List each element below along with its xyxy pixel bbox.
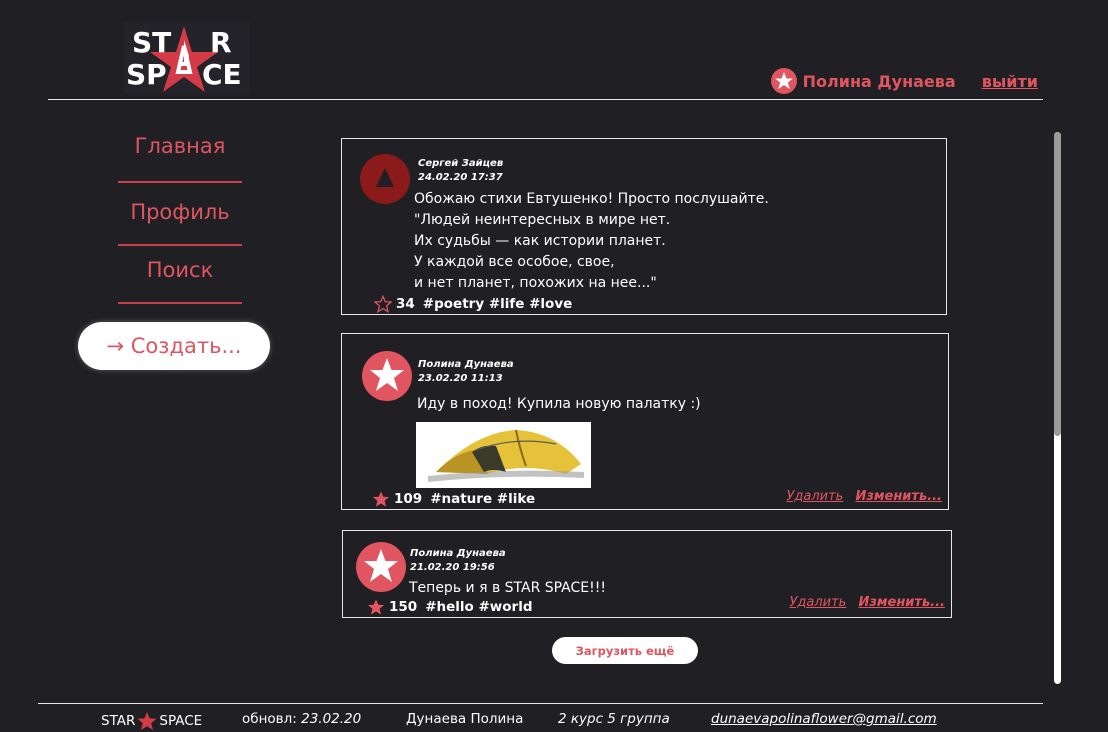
star-icon: [137, 712, 157, 730]
footer-brand-right: SPACE: [159, 713, 203, 729]
post-meta: 150 #hello #world: [367, 598, 533, 616]
footer-author: Дунаева Полина: [406, 711, 524, 727]
author-avatar-icon[interactable]: [359, 153, 411, 205]
footer: STAR SPACE обновл: 23.02.20 Дунаева Поли…: [0, 710, 1108, 732]
post-card: Полина Дунаева 23.02.20 11:13 Иду в похо…: [341, 333, 949, 510]
like-count: 34: [396, 296, 415, 312]
svg-text:CE: CE: [202, 58, 242, 91]
edit-post-link[interactable]: Изменить...: [858, 595, 945, 610]
post-author[interactable]: Полина Дунаева: [418, 359, 514, 370]
nav-divider: [118, 302, 242, 304]
post-tags[interactable]: #hello #world: [425, 599, 532, 615]
footer-divider: [38, 703, 1043, 704]
delete-post-link[interactable]: Удалить: [789, 595, 846, 610]
post-date: 24.02.20 17:37: [418, 172, 503, 183]
footer-email-link[interactable]: dunaevapolinaflower@gmail.com: [711, 711, 937, 727]
post-author[interactable]: Сергей Зайцев: [418, 158, 503, 169]
footer-group: 2 курс 5 группа: [558, 711, 670, 727]
post-actions: Удалить Изменить...: [778, 489, 942, 504]
post-card: Полина Дунаева 21.02.20 19:56 Теперь и я…: [342, 530, 952, 618]
post-tags[interactable]: #nature #like: [430, 491, 535, 507]
nav-divider: [118, 244, 242, 246]
footer-updated-date: 23.02.20: [301, 711, 362, 727]
post-tags[interactable]: #poetry #life #love: [423, 296, 572, 312]
star-space-logo[interactable]: ST R SP CE: [122, 22, 252, 94]
footer-updated: обновл: 23.02.20: [242, 711, 361, 727]
post-card: Сергей Зайцев 24.02.20 17:37 Обожаю стих…: [341, 138, 947, 315]
user-name[interactable]: Полина Дунаева: [803, 72, 956, 91]
user-header: Полина Дунаева выйти: [770, 68, 1038, 94]
logout-link[interactable]: выйти: [982, 72, 1038, 91]
footer-brand: STAR SPACE: [101, 711, 202, 731]
nav-item-profile[interactable]: Профиль: [118, 200, 242, 224]
post-author[interactable]: Полина Дунаева: [410, 548, 506, 559]
feed-scrollbar[interactable]: [1054, 132, 1061, 684]
post-text: Обожаю стихи Евтушенко! Просто послушайт…: [414, 191, 769, 291]
user-avatar-icon[interactable]: [770, 68, 797, 94]
edit-post-link[interactable]: Изменить...: [855, 489, 942, 504]
author-avatar-icon[interactable]: [355, 541, 407, 593]
create-post-button[interactable]: → Создать...: [78, 322, 270, 370]
like-count: 109: [394, 491, 423, 507]
nav-divider: [118, 181, 242, 183]
post-text: Теперь и я в STAR SPACE!!!: [409, 580, 606, 596]
post-date: 21.02.20 19:56: [410, 562, 495, 573]
svg-text:SP: SP: [126, 58, 167, 91]
svg-text:R: R: [210, 26, 232, 59]
post-date: 23.02.20 11:13: [418, 373, 503, 384]
footer-brand-left: STAR: [101, 713, 136, 729]
svg-text:ST: ST: [132, 26, 171, 59]
author-avatar-icon[interactable]: [361, 350, 413, 402]
load-more-button[interactable]: Загрузить ещё: [552, 637, 698, 664]
post-text: Иду в поход! Купила новую палатку :): [417, 396, 701, 412]
like-star-outline-icon[interactable]: [374, 295, 392, 313]
delete-post-link[interactable]: Удалить: [786, 489, 843, 504]
footer-updated-label: обновл:: [242, 711, 297, 727]
post-actions: Удалить Изменить...: [781, 595, 945, 610]
nav-item-search[interactable]: Поиск: [118, 258, 242, 282]
like-star-filled-icon[interactable]: [367, 598, 385, 616]
scrollbar-thumb[interactable]: [1054, 132, 1061, 436]
post-image-tent[interactable]: [416, 422, 591, 488]
header-divider: [48, 99, 1043, 100]
post-meta: 109 #nature #like: [372, 490, 535, 508]
post-meta: 34 #poetry #life #love: [374, 295, 572, 313]
like-count: 150: [389, 599, 418, 615]
like-star-filled-icon[interactable]: [372, 490, 390, 508]
nav-item-home[interactable]: Главная: [118, 134, 242, 158]
